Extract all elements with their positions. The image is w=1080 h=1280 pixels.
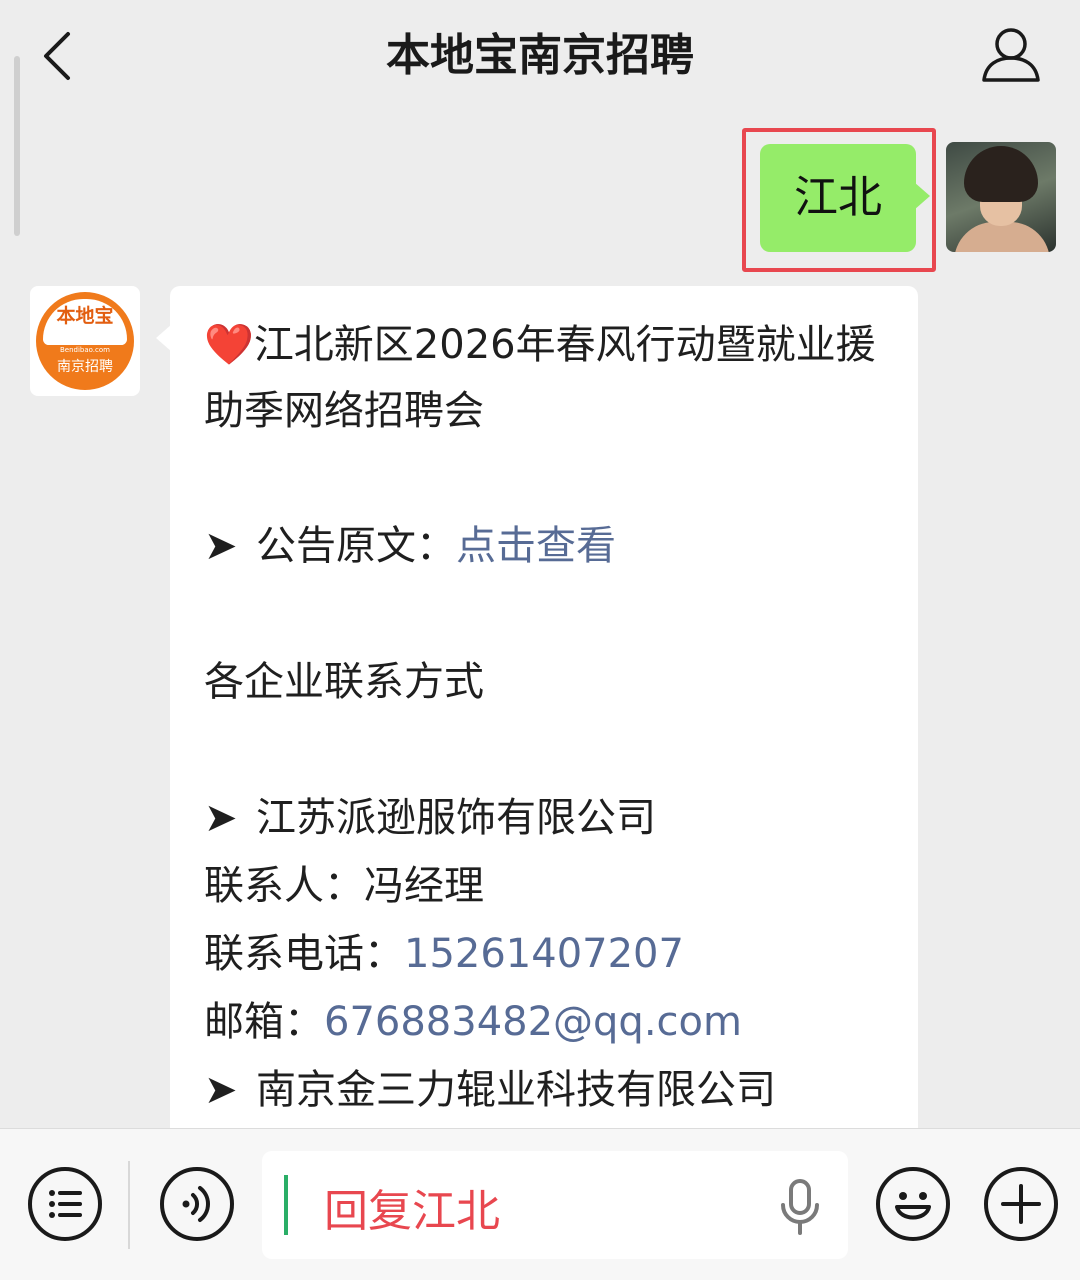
- page-title: 本地宝南京招聘: [386, 30, 694, 81]
- company-name: ➤ 江苏派逊服饰有限公司: [204, 784, 888, 852]
- heart-icon: ❤️: [204, 322, 254, 368]
- email-link[interactable]: 676883482@qq.com: [324, 999, 742, 1045]
- contact-email: 邮箱：676883482@qq.com: [204, 988, 888, 1056]
- voice-button[interactable]: [160, 1167, 234, 1241]
- chat-screen: 本地宝南京招聘 江北 本地宝 Bendibao.com 南京招聘 ❤️江北新区2…: [0, 0, 1080, 1280]
- input-text: 回复江北: [324, 1186, 500, 1237]
- phone-label: 联系电话：: [204, 931, 404, 977]
- profile-button[interactable]: [978, 22, 1044, 88]
- header: 本地宝南京招聘: [0, 0, 1080, 118]
- email-label: 邮箱：: [204, 999, 324, 1045]
- toolbar-divider: [128, 1161, 130, 1249]
- user-avatar[interactable]: [946, 142, 1056, 252]
- contact-label: 联系人：: [204, 863, 364, 909]
- smiley-icon: [895, 1192, 931, 1220]
- person-icon: [982, 28, 1040, 82]
- company-name-text: 江苏派逊服饰有限公司: [256, 795, 656, 841]
- contact-value: 冯经理: [364, 863, 484, 909]
- microphone-button[interactable]: [778, 1179, 822, 1235]
- chevron-left-icon: [44, 32, 70, 80]
- outgoing-message-row: 江北: [716, 128, 1056, 272]
- company-name-text: 南京金三力辊业科技有限公司: [256, 1067, 776, 1113]
- emoji-button[interactable]: [876, 1167, 950, 1241]
- phone-link[interactable]: 15261407207: [404, 931, 684, 977]
- arrow-icon: ➤: [204, 523, 238, 569]
- message-input[interactable]: 回复江北: [262, 1151, 848, 1259]
- message-heading: ❤️江北新区2026年春风行动暨就业援助季网络招聘会: [204, 312, 888, 444]
- notice-line: ➤ 公告原文：点击查看: [204, 512, 888, 580]
- brand-logo-caption: 南京招聘: [57, 359, 113, 375]
- company-name: ➤ 南京金三力辊业科技有限公司: [204, 1056, 888, 1124]
- brand-logo-url: Bendibao.com: [59, 346, 110, 354]
- back-button[interactable]: [36, 26, 86, 86]
- avatar-body: [954, 222, 1050, 252]
- scrollbar[interactable]: [14, 56, 20, 236]
- notice-link[interactable]: 点击查看: [456, 523, 616, 569]
- notice-label: 公告原文：: [256, 523, 456, 569]
- contact-phone: 联系电话：15261407207: [204, 920, 888, 988]
- brand-logo-name: 本地宝: [43, 299, 127, 345]
- incoming-message-bubble[interactable]: ❤️江北新区2026年春风行动暨就业援助季网络招聘会 ➤ 公告原文：点击查看 各企…: [156, 286, 918, 1186]
- avatar-hair: [964, 146, 1038, 202]
- arrow-icon: ➤: [204, 1067, 238, 1113]
- contacts-title: 各企业联系方式: [204, 659, 484, 705]
- contact-person: 联系人：冯经理: [204, 852, 888, 920]
- voice-wave-icon: [182, 1186, 210, 1222]
- microphone-icon: [781, 1179, 819, 1235]
- heading-text: 江北新区2026年春风行动暨就业援助季网络招聘会: [204, 322, 876, 434]
- list-menu-icon: [49, 1190, 82, 1218]
- brand-logo: 本地宝 Bendibao.com 南京招聘: [36, 292, 134, 390]
- text-cursor: [284, 1175, 288, 1235]
- menu-button[interactable]: [28, 1167, 102, 1241]
- add-button[interactable]: [984, 1167, 1058, 1241]
- arrow-icon: ➤: [204, 795, 238, 841]
- account-avatar[interactable]: 本地宝 Bendibao.com 南京招聘: [30, 286, 140, 396]
- input-toolbar: 回复江北: [0, 1128, 1080, 1280]
- plus-icon: [1001, 1184, 1041, 1224]
- outgoing-message-bubble[interactable]: 江北: [760, 144, 930, 252]
